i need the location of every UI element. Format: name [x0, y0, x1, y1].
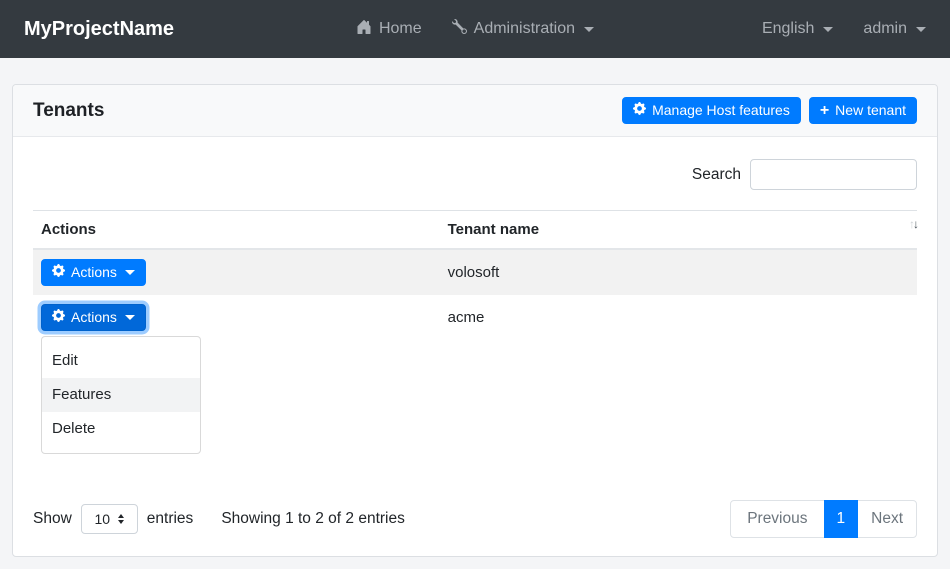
pagination-previous[interactable]: Previous: [730, 500, 824, 538]
pagination-page-1[interactable]: 1: [824, 500, 859, 538]
dropdown-item-edit[interactable]: Edit: [42, 344, 200, 378]
show-label: Show: [33, 510, 72, 528]
search-label: Search: [692, 166, 741, 184]
actions-button-group: Actions: [41, 259, 146, 286]
search-row: Search: [33, 159, 917, 190]
home-icon: [356, 19, 372, 40]
table-row: Actions Edit Features Delete acme: [33, 295, 917, 340]
nav-administration[interactable]: Administration: [452, 19, 594, 39]
pagination-next[interactable]: Next: [857, 500, 917, 538]
top-navbar: MyProjectName Home Administration Englis…: [0, 0, 950, 58]
row-actions-button-open[interactable]: Actions: [41, 304, 146, 331]
user-dropdown[interactable]: admin: [863, 20, 926, 38]
tenant-name-cell: acme: [440, 295, 917, 340]
nav-home[interactable]: Home: [356, 19, 422, 40]
row-actions-label: Actions: [71, 309, 117, 326]
sort-down-icon: ↓: [913, 217, 917, 231]
main-nav: Home Administration: [356, 19, 594, 40]
chevron-down-icon: [584, 27, 594, 32]
actions-button-group: Actions Edit Features Delete: [41, 304, 146, 331]
actions-dropdown-menu: Edit Features Delete: [41, 336, 201, 454]
pagination: Previous 1 Next: [730, 500, 917, 538]
entries-label: entries: [147, 510, 194, 528]
gear-icon: [52, 264, 65, 281]
new-tenant-label: New tenant: [835, 102, 906, 119]
page-size-group: Show 10 entries: [33, 504, 193, 534]
language-dropdown[interactable]: English: [762, 20, 833, 38]
page-size-select[interactable]: 10: [81, 504, 138, 534]
card-body: Search Actions Tenant name ↑↓: [13, 137, 937, 340]
dropdown-item-delete[interactable]: Delete: [42, 412, 200, 446]
chevron-down-icon: [823, 27, 833, 32]
card-header: Tenants Manage Host features + New tenan…: [13, 85, 937, 137]
table-header-row: Actions Tenant name ↑↓: [33, 211, 917, 250]
nav-administration-label: Administration: [474, 20, 575, 38]
tenants-card: Tenants Manage Host features + New tenan…: [12, 84, 938, 557]
language-label: English: [762, 20, 814, 38]
page-title: Tenants: [33, 100, 104, 122]
wrench-icon: [452, 19, 467, 39]
stepper-arrows-icon: [118, 514, 124, 524]
page-size-value: 10: [94, 511, 110, 527]
row-actions-button[interactable]: Actions: [41, 259, 146, 286]
table-info: Showing 1 to 2 of 2 entries: [221, 510, 405, 528]
tenant-name-cell: volosoft: [440, 249, 917, 295]
column-header-tenant-name-label: Tenant name: [448, 221, 539, 238]
user-label: admin: [863, 20, 907, 38]
tenants-table: Actions Tenant name ↑↓: [33, 210, 917, 340]
new-tenant-button[interactable]: + New tenant: [809, 97, 917, 124]
nav-home-label: Home: [379, 20, 422, 38]
table-footer: Show 10 entries Showing 1 to 2 of 2 entr…: [33, 500, 917, 538]
navbar-right: English admin: [594, 20, 926, 38]
row-actions-label: Actions: [71, 264, 117, 281]
chevron-down-icon: [125, 315, 135, 320]
app-brand[interactable]: MyProjectName: [24, 18, 356, 41]
column-header-actions: Actions: [33, 211, 440, 250]
gear-icon: [52, 309, 65, 326]
plus-icon: +: [820, 104, 829, 118]
table-row: Actions volosoft: [33, 249, 917, 295]
manage-host-features-button[interactable]: Manage Host features: [622, 97, 801, 124]
manage-host-features-label: Manage Host features: [652, 102, 790, 119]
sort-icons: ↑↓: [909, 218, 917, 230]
column-header-tenant-name[interactable]: Tenant name ↑↓: [440, 211, 917, 250]
gear-icon: [633, 102, 646, 119]
dropdown-item-features[interactable]: Features: [42, 378, 200, 412]
chevron-down-icon: [125, 270, 135, 275]
chevron-down-icon: [916, 27, 926, 32]
search-input[interactable]: [750, 159, 917, 190]
header-buttons: Manage Host features + New tenant: [622, 97, 917, 124]
